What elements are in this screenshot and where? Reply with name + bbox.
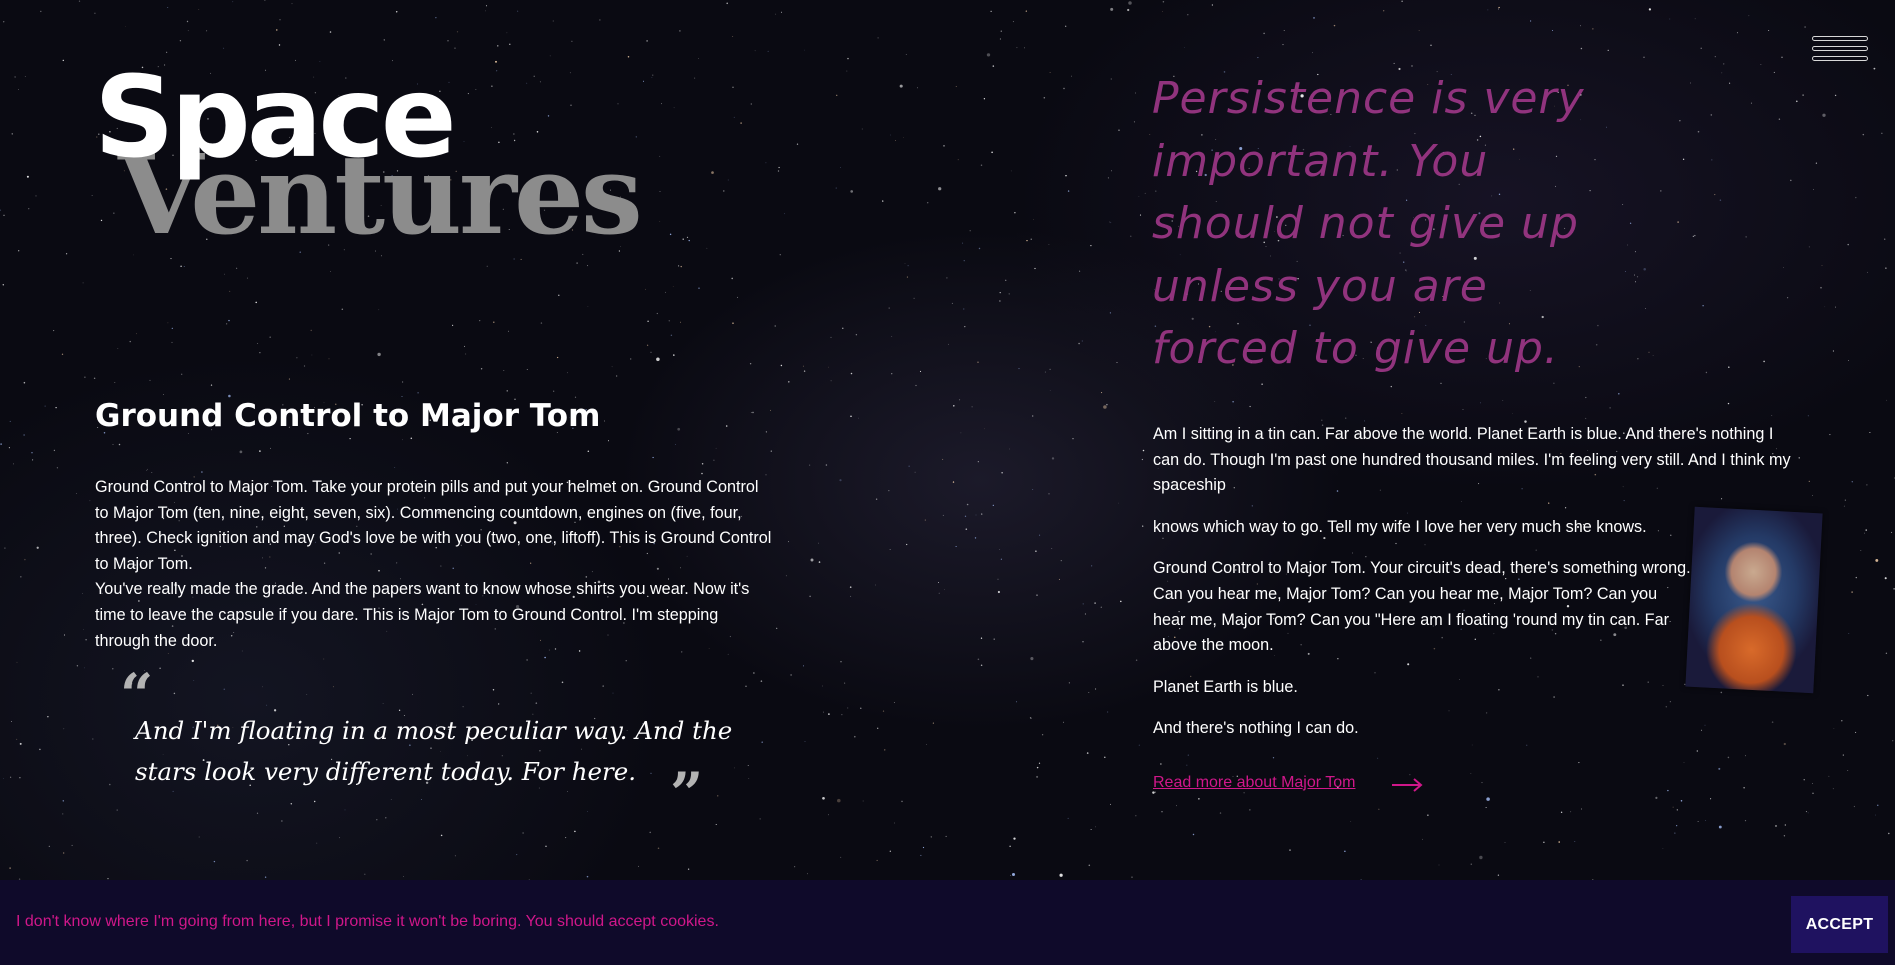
close-quote-mark: ” [670,760,704,828]
arrow-right-icon[interactable] [1390,775,1424,795]
logo-space: Space [94,53,457,183]
astronaut-portrait [1685,506,1823,694]
left-body-text: Ground Control to Major Tom. Take your p… [95,475,775,654]
accept-cookies-button[interactable]: ACCEPT [1791,896,1888,953]
pull-quote: And I'm floating in a most peculiar way.… [135,716,733,786]
left-paragraph: Ground Control to Major Tom. Take your p… [95,478,772,573]
cookie-banner: I don't know where I'm going from here, … [0,880,1895,965]
featured-quote: Persistence is very important. You shoul… [1152,73,1585,374]
right-paragraph: And there's nothing I can do. [1153,719,1359,738]
section-heading: Ground Control to Major Tom [95,398,601,434]
read-more-link[interactable]: Read more about Major Tom [1153,774,1355,792]
left-paragraph: You've really made the grade. And the pa… [95,580,750,650]
right-paragraph: Am I sitting in a tin can. Far above the… [1153,425,1791,495]
menu-line-top [1812,36,1868,41]
menu-line-bottom [1812,56,1868,61]
cookie-message: I don't know where I'm going from here, … [16,913,719,930]
menu-line-middle [1812,46,1868,51]
hamburger-menu-icon[interactable] [1812,36,1870,74]
right-paragraph: Ground Control to Major Tom. Your circui… [1153,559,1691,655]
